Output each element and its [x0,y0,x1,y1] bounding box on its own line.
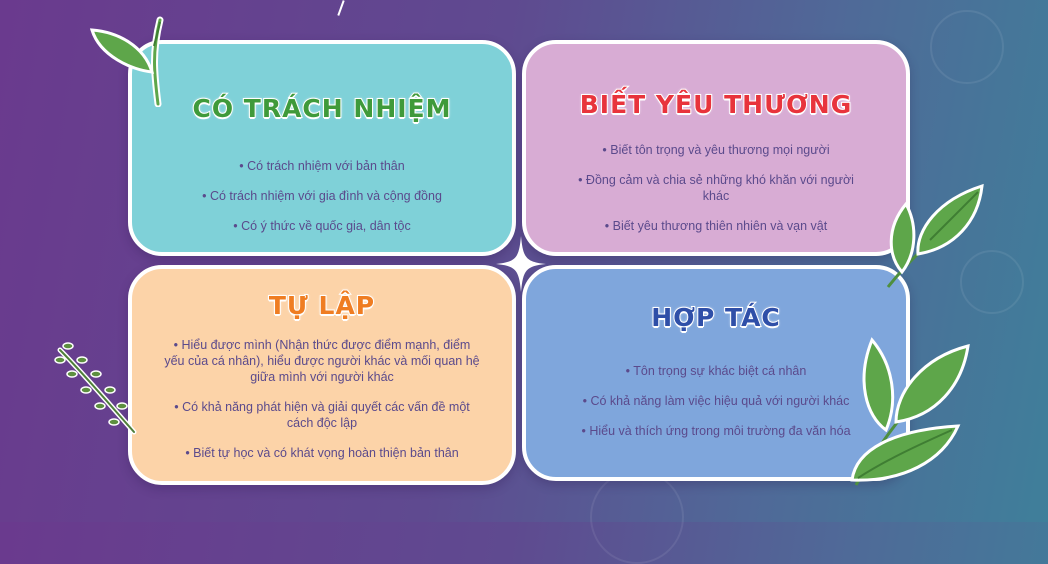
list-item: Có trách nhiệm với gia đình và cộng đồng [156,188,488,204]
list-item: Hiểu được mình (Nhận thức được điểm mạnh… [162,337,482,385]
list-item: Biết yêu thương thiên nhiên và vạn vật [576,218,856,234]
background-stroke [337,0,345,16]
card-title: TỰ LẬP [268,290,376,321]
list-item: Biết tôn trọng và yêu thương mọi người [576,142,856,158]
list-item: Có trách nhiệm với bản thân [156,158,488,174]
bullet-list: Biết tôn trọng và yêu thương mọi người Đ… [576,142,856,248]
card-independence: TỰ LẬP Hiểu được mình (Nhận thức được đi… [128,265,516,485]
bullet-list: Tôn trọng sự khác biệt cá nhân Có khả nă… [550,363,882,453]
sparkle-icon [496,236,546,292]
leaf-icon [850,337,970,486]
list-item: Có ý thức về quốc gia, dân tộc [156,218,488,234]
fern-icon [54,342,137,435]
leaf-icon [89,16,164,107]
card-title: BIẾT YÊU THƯƠNG [579,89,853,120]
background-doodle [930,10,1004,84]
list-item: Đồng cảm và chia sẻ những khó khăn với n… [576,172,856,204]
list-item: Hiểu và thích ứng trong môi trường đa vă… [550,423,882,439]
background-doodle [590,470,684,564]
card-love: BIẾT YÊU THƯƠNG Biết tôn trọng và yêu th… [522,40,910,256]
bullet-list: Có trách nhiệm với bản thân Có trách nhi… [156,158,488,248]
list-item: Biết tự học và có khát vọng hoàn thiện b… [162,445,482,461]
card-title: HỢP TÁC [650,302,781,333]
leaf-icon [886,183,984,288]
list-item: Có khả năng phát hiện và giải quyết các … [162,399,482,431]
card-title: CÓ TRÁCH NHIỆM [191,93,452,124]
list-item: Tôn trọng sự khác biệt cá nhân [550,363,882,379]
bullet-list: Hiểu được mình (Nhận thức được điểm mạnh… [162,337,482,475]
card-responsibility: CÓ TRÁCH NHIỆM Có trách nhiệm với bản th… [128,40,516,256]
list-item: Có khả năng làm việc hiệu quả với người … [550,393,882,409]
